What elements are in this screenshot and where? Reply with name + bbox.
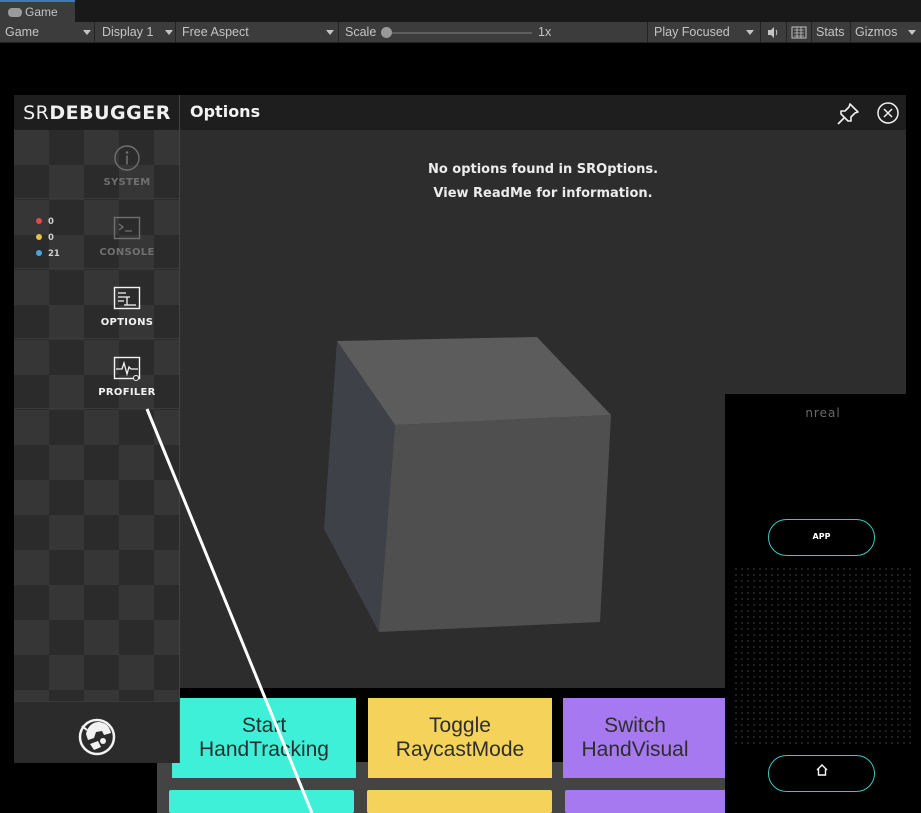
button-line1: Start [241, 714, 287, 737]
button-line1: Toggle [429, 714, 491, 737]
aspect-dropdown-label: Free Aspect [182, 25, 249, 39]
options-header: Options [180, 95, 906, 130]
play-mode-dropdown[interactable]: Play Focused [647, 22, 758, 43]
game-tab-label: Game [25, 5, 58, 19]
button-line1: Switch [604, 714, 666, 737]
button-line2: RaycastMode [395, 738, 525, 761]
info-icon [114, 145, 140, 171]
game-view-toolbar: Game Display 1 Free Aspect Scale 1x Play… [0, 22, 921, 43]
page-title: Options [190, 102, 261, 121]
keyboard-icon [791, 26, 807, 39]
game-tab[interactable]: Game [0, 0, 75, 22]
info-count: 21 [48, 249, 60, 259]
scene-button-back-1[interactable] [169, 790, 354, 813]
toggle-raycastmode-button[interactable]: Toggle RaycastMode [368, 698, 552, 778]
error-count: 0 [48, 217, 54, 227]
touchpad[interactable] [733, 566, 913, 744]
sidebar-item-console[interactable]: 0 0 21 CONSOLE [14, 200, 179, 269]
scale-slider-handle[interactable] [381, 27, 392, 38]
speaker-icon [768, 27, 778, 38]
keyboard-shortcuts-button[interactable] [786, 22, 810, 43]
gizmos-dropdown[interactable]: Gizmos [850, 22, 921, 43]
display-dropdown-label: Display 1 [102, 25, 154, 39]
logo-part-a: SR [23, 102, 50, 124]
aspect-dropdown[interactable]: Free Aspect [175, 22, 338, 43]
button-line2: HandTracking [199, 738, 329, 761]
home-icon [816, 764, 827, 776]
view-dropdown-label: Game [5, 25, 40, 39]
sidebar-item-label: SYSTEM [103, 177, 151, 188]
logo-part-b: DEBUGGER [49, 102, 171, 124]
sidebar-item-label: CONSOLE [99, 247, 155, 258]
options-icon [113, 286, 141, 310]
console-counts: 0 0 21 [36, 214, 60, 262]
scene-button-back-2[interactable] [367, 790, 552, 813]
start-handtracking-button[interactable]: Start HandTracking [172, 698, 356, 778]
sidebar-item-system[interactable]: SYSTEM [14, 130, 179, 199]
play-mode-label: Play Focused [654, 25, 730, 39]
srdebugger-sidebar: SRDEBUGGER SYSTEM 0 0 21 CONSOLE OPTIONS [14, 95, 180, 763]
switch-handvisual-button[interactable]: Switch HandVisual [563, 698, 727, 778]
chevron-down-icon [83, 30, 91, 35]
scale-slider-track[interactable] [387, 32, 532, 34]
sidebar-item-options[interactable]: OPTIONS [14, 270, 179, 339]
app-button[interactable]: APP [768, 519, 875, 556]
stats-toggle[interactable]: Stats [811, 22, 849, 43]
stompy-robot-logo-icon[interactable] [76, 714, 118, 756]
view-dropdown[interactable]: Game [5, 22, 91, 43]
warning-dot-icon [36, 234, 42, 240]
error-dot-icon [36, 218, 42, 224]
chevron-down-icon [908, 30, 916, 35]
home-button[interactable] [768, 755, 875, 792]
scale-value: 1x [538, 25, 552, 39]
mute-audio-button[interactable] [760, 22, 784, 43]
nreal-controller-panel: nreal APP [725, 394, 921, 813]
sidebar-footer [14, 701, 179, 763]
close-icon[interactable] [876, 101, 900, 125]
brand-logo: nreal [805, 406, 841, 420]
scene-button-back-3[interactable] [565, 790, 727, 813]
info-dot-icon [36, 250, 42, 256]
display-dropdown[interactable]: Display 1 [94, 22, 174, 43]
pin-icon[interactable] [835, 101, 861, 127]
console-icon [113, 216, 141, 240]
sidebar-item-label: PROFILER [98, 387, 156, 398]
warning-count: 0 [48, 233, 54, 243]
profiler-icon [113, 356, 141, 381]
chevron-down-icon [746, 30, 754, 35]
sidebar-item-label: OPTIONS [100, 317, 154, 328]
scale-label: Scale [338, 22, 376, 43]
button-line2: HandVisual [581, 738, 689, 761]
gizmos-label: Gizmos [855, 25, 898, 39]
sidebar-item-profiler[interactable]: PROFILER [14, 340, 179, 409]
srdebugger-logo: SRDEBUGGER [14, 95, 179, 130]
chevron-down-icon [326, 30, 334, 35]
chevron-down-icon [165, 30, 173, 35]
gamepad-icon [8, 8, 22, 17]
editor-tab-bar: Game [0, 0, 921, 22]
